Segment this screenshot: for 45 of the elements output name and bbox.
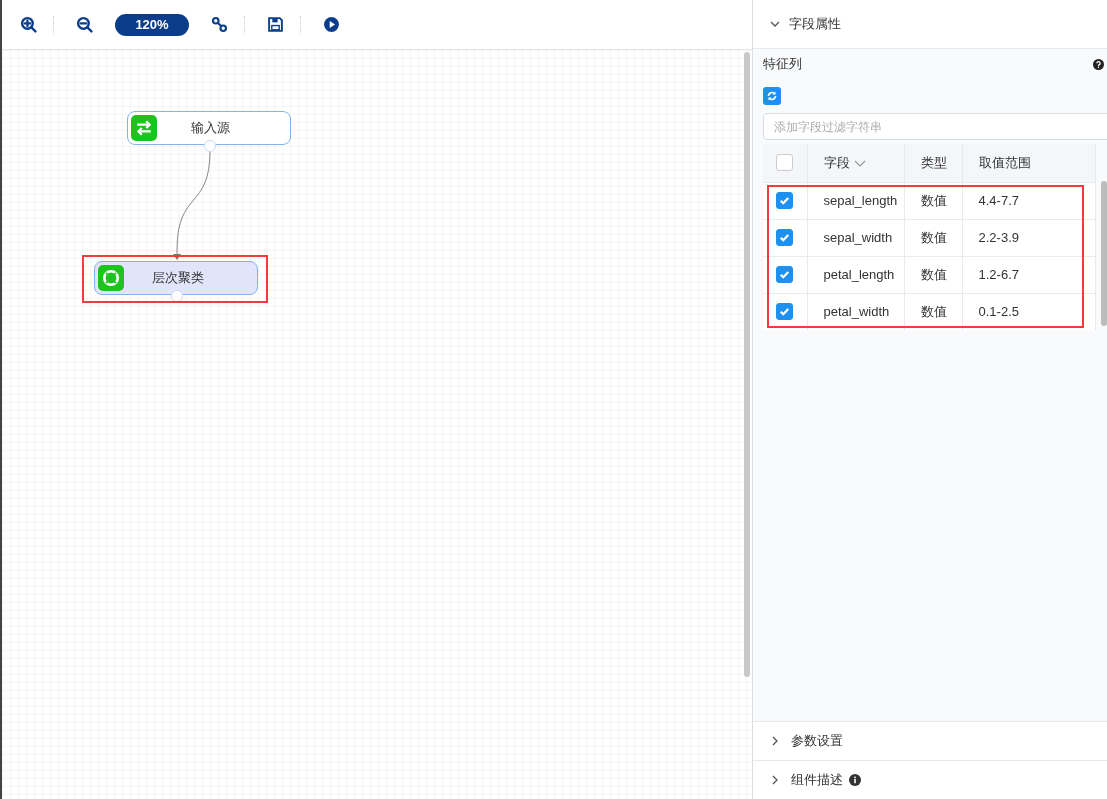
table-cell: 4.4-7.7 bbox=[978, 193, 1019, 208]
scrollbar[interactable] bbox=[1101, 181, 1107, 326]
table-cell: sepal_width bbox=[823, 230, 893, 245]
scrollbar[interactable] bbox=[744, 52, 750, 677]
select-all-checkbox[interactable] bbox=[776, 154, 794, 172]
table-cell: petal_length bbox=[823, 267, 895, 282]
section-title[interactable]: 参数设置 bbox=[791, 732, 843, 750]
link-icon[interactable] bbox=[211, 16, 228, 33]
table-cell: 数值 bbox=[920, 192, 947, 208]
save-icon[interactable] bbox=[267, 16, 284, 33]
row-checkbox[interactable] bbox=[776, 266, 794, 284]
row-checkbox[interactable] bbox=[776, 229, 794, 247]
table-cell: 2.2-3.9 bbox=[978, 230, 1019, 245]
info-icon[interactable] bbox=[849, 774, 861, 786]
section-title[interactable]: 字段属性 bbox=[789, 15, 841, 33]
section-title[interactable]: 组件描述 bbox=[791, 771, 843, 789]
node-label: 层次聚类 bbox=[150, 269, 205, 287]
table-cell: 1.2-6.7 bbox=[978, 267, 1019, 282]
zoom-out-icon[interactable] bbox=[76, 16, 93, 33]
lifebuoy-icon bbox=[102, 269, 120, 287]
zoom-in-icon[interactable] bbox=[20, 16, 37, 33]
filter-input[interactable]: 添加字段过滤字符串 bbox=[763, 113, 1107, 140]
table-cell: 0.1-2.5 bbox=[978, 304, 1019, 320]
table-cell: sepal_length bbox=[823, 193, 898, 208]
flow-node[interactable]: 层次聚类 bbox=[94, 261, 258, 295]
table-cell: petal_width bbox=[823, 304, 890, 320]
node-label: 输入源 bbox=[190, 119, 231, 137]
refresh-icon bbox=[766, 90, 778, 102]
row-checkbox[interactable] bbox=[776, 192, 794, 210]
table-cell: 数值 bbox=[920, 266, 947, 282]
column-header[interactable]: 字段 bbox=[823, 154, 850, 170]
help-icon[interactable] bbox=[1093, 58, 1104, 70]
table-cell: 数值 bbox=[920, 229, 947, 245]
flow-node[interactable]: 输入源 bbox=[127, 111, 291, 145]
section-row[interactable]: 参数设置 bbox=[753, 721, 1107, 760]
section-row[interactable]: 组件描述 bbox=[753, 760, 1107, 799]
column-header[interactable]: 取值范围 bbox=[978, 154, 1031, 170]
column-header[interactable]: 类型 bbox=[920, 154, 947, 170]
table-cell: 数值 bbox=[920, 303, 947, 319]
zoom-level-button[interactable]: 120% bbox=[115, 13, 189, 36]
group-label: 特征列 bbox=[763, 55, 802, 73]
swap-arrows-icon bbox=[135, 119, 153, 137]
row-checkbox[interactable] bbox=[776, 303, 794, 321]
refresh-button[interactable] bbox=[763, 87, 781, 105]
play-icon[interactable] bbox=[323, 16, 340, 33]
